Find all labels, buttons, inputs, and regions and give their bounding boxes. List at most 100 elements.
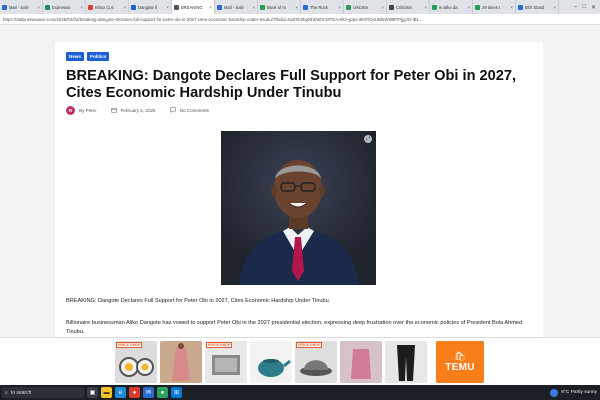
browser-tab[interactable]: is aliko da × — [430, 0, 473, 14]
system-tray: 8°C Partly sunny — [550, 388, 600, 397]
tab-favicon-icon — [346, 4, 351, 10]
article-paragraph-2: Billionaire businessman Aliko Dangote ha… — [66, 320, 523, 335]
browser-tab[interactable]: The Rock × — [301, 0, 344, 14]
browser-tab[interactable]: criticism × — [344, 0, 387, 14]
ad-product-top[interactable] — [340, 341, 382, 383]
tab-list: Mail - Safv × Expressio × Inbox (1,6 × Dangote… — [0, 0, 559, 14]
tab-favicon-icon — [260, 4, 265, 10]
ad-banner[interactable]: PRICE DROP PRICE DROP PRICE DROP 🛍 TEMU … — [0, 337, 600, 385]
close-tab-icon[interactable]: × — [510, 5, 513, 10]
store-icon[interactable]: ⊞ — [171, 387, 182, 398]
address-bar[interactable]: https://dailynewswave.com/2025/02/02/bre… — [0, 14, 600, 25]
windows-taskbar: ⌕ to search ▣ ▬ e ● ✉ ● ⊞ 8°C Partly sun… — [0, 385, 600, 400]
tab-favicon-icon — [475, 4, 480, 10]
tab-label: Criticism — [396, 4, 413, 10]
calendar-icon — [110, 107, 117, 115]
search-placeholder: to search — [10, 389, 32, 396]
browser-tab-strip: Mail - Safv × Expressio × Inbox (1,6 × Dangote… — [0, 0, 600, 14]
browser-tab[interactable]: Inbox (1,6 × — [86, 0, 129, 14]
tab-label: Mail - Safv — [9, 4, 29, 10]
close-tab-icon[interactable]: × — [166, 5, 169, 10]
tab-favicon-icon — [303, 4, 308, 10]
category-news[interactable]: News — [66, 52, 85, 61]
category-politics[interactable]: Politics — [87, 52, 110, 61]
article-meta: R By Peter February 2, 2025 No Comments — [66, 106, 209, 115]
category-list: News Politics — [66, 52, 110, 61]
task-view-icon[interactable]: ▣ — [87, 387, 98, 398]
close-tab-icon[interactable]: × — [381, 5, 384, 10]
browser-tab[interactable]: Expressio × — [43, 0, 86, 14]
close-tab-icon[interactable]: × — [80, 5, 83, 10]
ad-product-hat[interactable]: PRICE DROP — [295, 341, 337, 383]
close-tab-icon[interactable]: × — [123, 5, 126, 10]
close-tab-icon[interactable]: × — [295, 5, 298, 10]
tab-label: The Rock — [310, 4, 328, 10]
article-photo: ⤢ — [221, 131, 376, 285]
tab-favicon-icon — [131, 4, 136, 10]
tab-favicon-icon — [389, 4, 394, 10]
tab-favicon-icon — [2, 4, 7, 10]
author-avatar[interactable]: R — [66, 106, 75, 115]
shopping-bag-icon: 🛍 — [454, 351, 466, 361]
tab-label: BOI Stand — [525, 4, 545, 10]
author-name[interactable]: By Peter — [79, 108, 97, 113]
tab-favicon-icon — [518, 4, 523, 10]
browser-tab[interactable]: BREAKING × — [172, 0, 215, 14]
close-tab-icon[interactable]: × — [338, 5, 341, 10]
tab-label: criticism — [353, 4, 369, 10]
browser-tab[interactable]: Mail - Safv × — [215, 0, 258, 14]
portrait-illustration — [221, 131, 376, 285]
ad-product-egg-rings[interactable]: PRICE DROP — [115, 341, 157, 383]
post-date: February 2, 2025 — [120, 108, 156, 113]
browser-tab[interactable]: Mail - Safv × — [0, 0, 43, 14]
close-tab-icon[interactable]: × — [553, 5, 556, 10]
price-drop-badge: PRICE DROP — [206, 342, 233, 348]
close-tab-icon[interactable]: × — [209, 5, 212, 10]
minimize-icon[interactable]: – — [574, 4, 577, 11]
taskbar-search[interactable]: ⌕ to search — [2, 387, 84, 398]
comments-link[interactable]: No Comments — [180, 108, 209, 113]
app-icon-green[interactable]: ● — [157, 387, 168, 398]
file-explorer-icon[interactable]: ▬ — [101, 387, 112, 398]
tab-favicon-icon — [432, 4, 437, 10]
ad-product-teapot[interactable] — [250, 341, 292, 383]
edge-icon[interactable]: e — [115, 387, 126, 398]
weather-text[interactable]: 8°C Partly sunny — [561, 390, 597, 395]
close-tab-icon[interactable]: × — [37, 5, 40, 10]
tab-label: Expressio — [52, 4, 71, 10]
tab-favicon-icon — [174, 4, 179, 10]
page-background: News Politics BREAKING: Dangote Declares… — [0, 25, 600, 342]
ad-product-mat[interactable]: PRICE DROP — [205, 341, 247, 383]
close-tab-icon[interactable]: × — [467, 5, 470, 10]
close-tab-icon[interactable]: × — [252, 5, 255, 10]
search-icon: ⌕ — [5, 389, 8, 396]
ad-product-leggings[interactable] — [385, 341, 427, 383]
close-tab-icon[interactable]: × — [424, 5, 427, 10]
tab-label: BREAKING — [181, 4, 203, 10]
tab-label: Mail - Safv — [224, 4, 244, 10]
app-icon-red[interactable]: ● — [129, 387, 140, 398]
article-title: BREAKING: Dangote Declares Full Support … — [66, 68, 517, 101]
mail-icon[interactable]: ✉ — [143, 387, 154, 398]
browser-tab[interactable]: Dangote fi × — [129, 0, 172, 14]
tab-label: Inbox (1,6 — [95, 4, 114, 10]
temu-logo[interactable]: 🛍 TEMU — [436, 341, 484, 383]
weather-icon[interactable] — [550, 388, 559, 397]
article-card: News Politics BREAKING: Dangote Declares… — [55, 42, 543, 342]
tab-strip-icons: – □ ✕ — [574, 4, 600, 11]
browser-tab[interactable]: 29 times t × — [473, 0, 516, 14]
browser-tab[interactable]: Criticism × — [387, 0, 430, 14]
browser-tab[interactable]: Book of m × — [258, 0, 301, 14]
tab-favicon-icon — [88, 4, 93, 10]
article-paragraph-1: BREAKING: Dangote Declares Full Support … — [66, 298, 329, 304]
expand-image-icon[interactable]: ⤢ — [364, 135, 372, 143]
ad-info-icon[interactable]: ⓘ — [480, 339, 484, 345]
close-window-icon[interactable]: ✕ — [591, 4, 596, 11]
temu-brand-text: TEMU — [445, 362, 475, 373]
url-text[interactable]: https://dailynewswave.com/2025/02/02/bre… — [3, 17, 423, 22]
ad-product-dress[interactable] — [160, 341, 202, 383]
tab-label: Dangote fi — [138, 4, 158, 10]
maximize-icon[interactable]: □ — [582, 4, 586, 11]
browser-tab[interactable]: BOI Stand × — [516, 0, 559, 14]
tab-favicon-icon — [217, 4, 222, 10]
